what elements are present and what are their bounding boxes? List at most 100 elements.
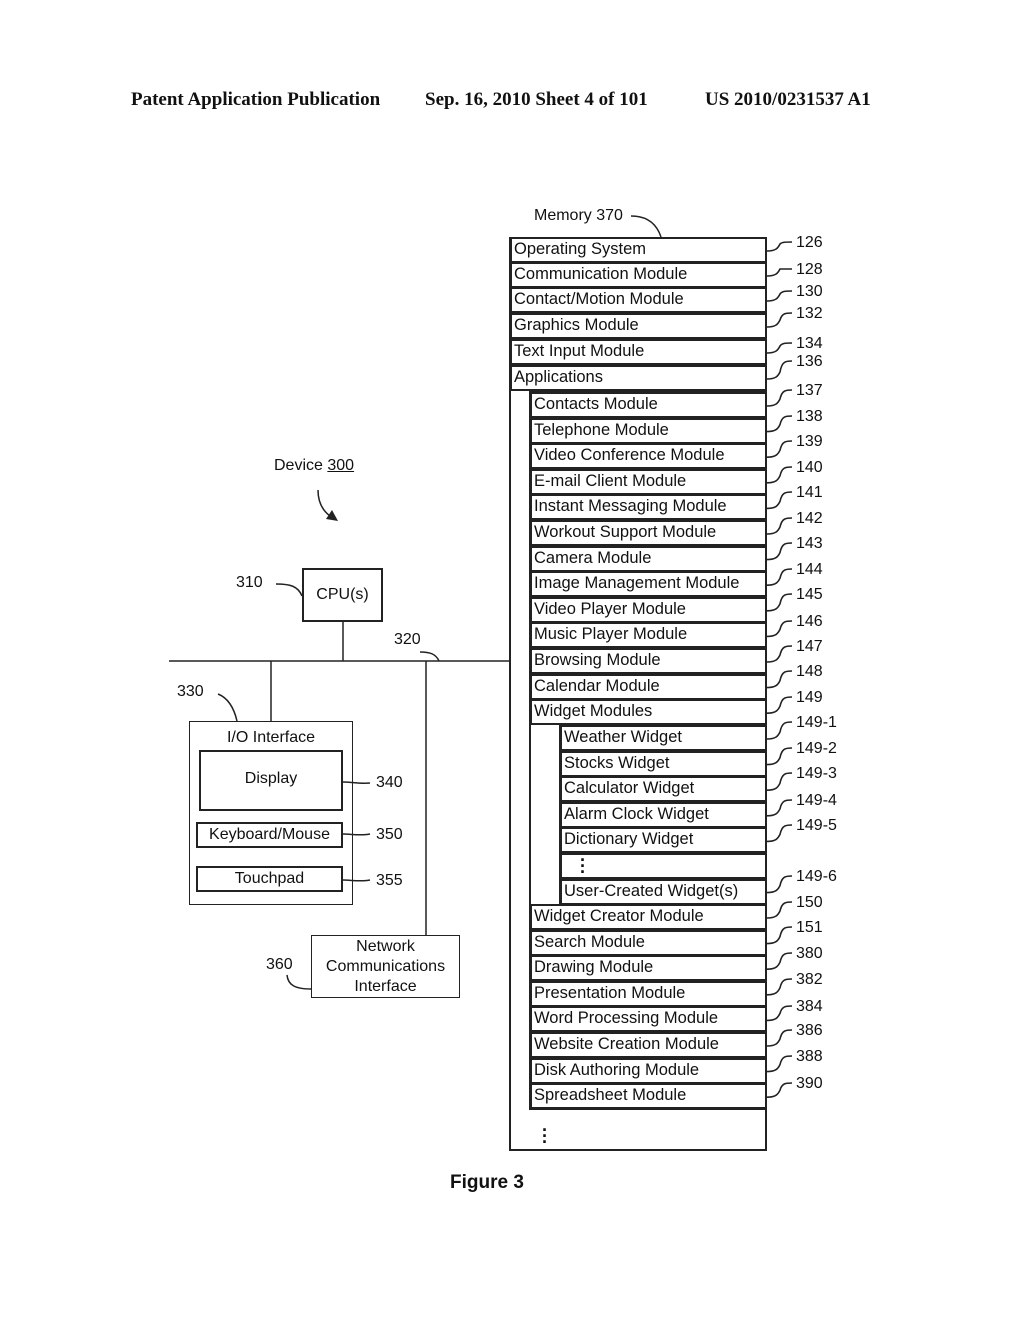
bus-ref: 320 [394, 631, 421, 648]
app-row-2-label: Video Conference Module [534, 446, 725, 465]
widget-row-2-ref: 149-3 [796, 765, 837, 782]
more-app-row-6-leader [766, 1055, 793, 1073]
memory-row-0-ref: 126 [796, 234, 823, 251]
app-row-10-leader [766, 645, 793, 663]
app-row-9-label: Music Player Module [534, 625, 688, 644]
app-row-1: Telephone Module [530, 417, 767, 444]
app-row-0-leader [766, 389, 793, 407]
touchpad-box: Touchpad [196, 866, 343, 892]
network-interface-box: Network Communications Interface [311, 935, 460, 998]
more-app-row-4-label: Word Processing Module [534, 1009, 719, 1028]
widget-row-2-leader [766, 772, 793, 791]
more-app-row-1-ref: 151 [796, 919, 823, 936]
publication-label: Patent Application Publication [131, 89, 381, 110]
memory-row-3-label: Graphics Module [514, 316, 639, 334]
app-row-0: Contacts Module [530, 392, 767, 418]
app-row-6-label: Camera Module [534, 548, 652, 567]
app-row-4-leader [766, 491, 793, 510]
network-leader [286, 974, 312, 990]
memory-row-4-label: Text Input Module [514, 342, 645, 360]
widget-row-2-label: Calculator Widget [564, 779, 695, 798]
app-row-10-ref: 147 [796, 638, 823, 655]
widget-row-0-ref: 149-1 [796, 714, 837, 731]
memory-row-1: Communication Module [510, 262, 767, 288]
app-row-8-ref: 145 [796, 586, 823, 603]
more-app-row-1-leader [766, 926, 793, 945]
cpu-box: CPU(s) [302, 568, 383, 622]
widget-row-4-label: Dictionary Widget [564, 830, 694, 849]
more-app-row-6-ref: 388 [796, 1048, 823, 1065]
app-row-5-leader [766, 517, 793, 535]
more-app-row-7-label: Spreadsheet Module [534, 1086, 687, 1105]
more-app-row-4-leader [766, 1005, 793, 1022]
memory-row-1-ref: 128 [796, 261, 823, 278]
touchpad-ref: 355 [376, 872, 403, 889]
widget-row-6-leader [766, 875, 793, 894]
network-line-2: Communications [325, 958, 446, 975]
app-row-7: Image Management Module [530, 571, 767, 598]
app-row-4: Instant Messaging Module [530, 494, 767, 521]
app-row-4-label: Instant Messaging Module [534, 497, 727, 516]
device-label: Device [274, 457, 323, 474]
app-row-5-label: Workout Support Module [534, 523, 717, 541]
more-app-row-2-leader [766, 952, 793, 970]
network-line-1: Network [356, 938, 415, 955]
display-box: Display [199, 750, 343, 811]
more-ellipsis-icon: · · · [542, 1120, 548, 1152]
memory-row-3: Graphics Module [510, 313, 767, 339]
bus-leader [419, 651, 440, 662]
app-row-8: Video Player Module [530, 596, 767, 623]
app-row-5-ref: 142 [796, 510, 823, 527]
app-row-7-label: Image Management Module [534, 574, 740, 593]
memory-row-2-leader [766, 290, 793, 302]
memory-row-0-label: Operating System [514, 240, 647, 258]
network-ref: 360 [266, 956, 293, 973]
app-row-9-leader [766, 620, 793, 638]
widget-row-6-label: User-Created Widget(s) [564, 881, 739, 900]
network-line-3: Interface [354, 978, 417, 995]
app-row-7-ref: 144 [796, 561, 823, 578]
memory-row-5: Applications [510, 365, 767, 391]
app-row-12-leader [766, 696, 793, 714]
widget-row-2: Calculator Widget [560, 776, 767, 803]
app-row-2: Video Conference Module [530, 443, 767, 470]
more-app-row-5-ref: 386 [796, 1022, 823, 1039]
keyboard-mouse-box: Keyboard/Mouse [196, 822, 343, 848]
memory-row-2-ref: 130 [796, 283, 823, 300]
more-app-row-5: Website Creation Module [530, 1032, 767, 1058]
memory-row-3-ref: 132 [796, 305, 823, 322]
more-app-row-5-leader [766, 1029, 793, 1047]
more-app-row-3: Presentation Module [530, 980, 767, 1007]
device-title: Device 300 [274, 457, 354, 475]
app-row-11-leader [766, 670, 793, 689]
memory-row-2-label: Contact/Motion Module [514, 290, 684, 308]
more-app-row-3-leader [766, 978, 793, 996]
app-row-11-label: Calendar Module [534, 676, 660, 695]
widget-row-3-leader [766, 799, 793, 817]
device-arrow-head-icon [326, 510, 338, 521]
widget-row-4: Dictionary Widget [560, 827, 767, 854]
memory-row-2: Contact/Motion Module [510, 287, 767, 313]
memory-leader [630, 215, 662, 238]
app-row-1-ref: 138 [796, 408, 823, 425]
display-label: Display [244, 769, 298, 787]
memory-row-4-ref: 134 [796, 335, 823, 352]
app-row-8-label: Video Player Module [534, 599, 686, 618]
app-row-11-ref: 148 [796, 663, 823, 680]
io-interface-title: I/O Interface [226, 729, 316, 746]
app-row-4-ref: 141 [796, 484, 823, 501]
app-row-8-leader [766, 593, 793, 612]
widget-ellipsis-icon: · · · [580, 850, 586, 882]
memory-row-4-leader [766, 342, 793, 354]
app-row-12-label: Widget Modules [534, 702, 653, 721]
more-app-row-4: Word Processing Module [530, 1006, 767, 1033]
memory-row-5-label: Applications [514, 368, 603, 386]
widget-row-0-leader [766, 721, 793, 740]
widget-row-4-ref: 149-5 [796, 817, 837, 834]
memory-row-5-ref: 136 [796, 353, 823, 370]
figure-caption: Figure 3 [450, 1172, 524, 1193]
app-row-6: Camera Module [530, 545, 767, 572]
widget-row-4-leader [766, 824, 793, 843]
more-app-row-5-label: Website Creation Module [534, 1035, 719, 1053]
app-row-3-label: E-mail Client Module [534, 471, 687, 490]
